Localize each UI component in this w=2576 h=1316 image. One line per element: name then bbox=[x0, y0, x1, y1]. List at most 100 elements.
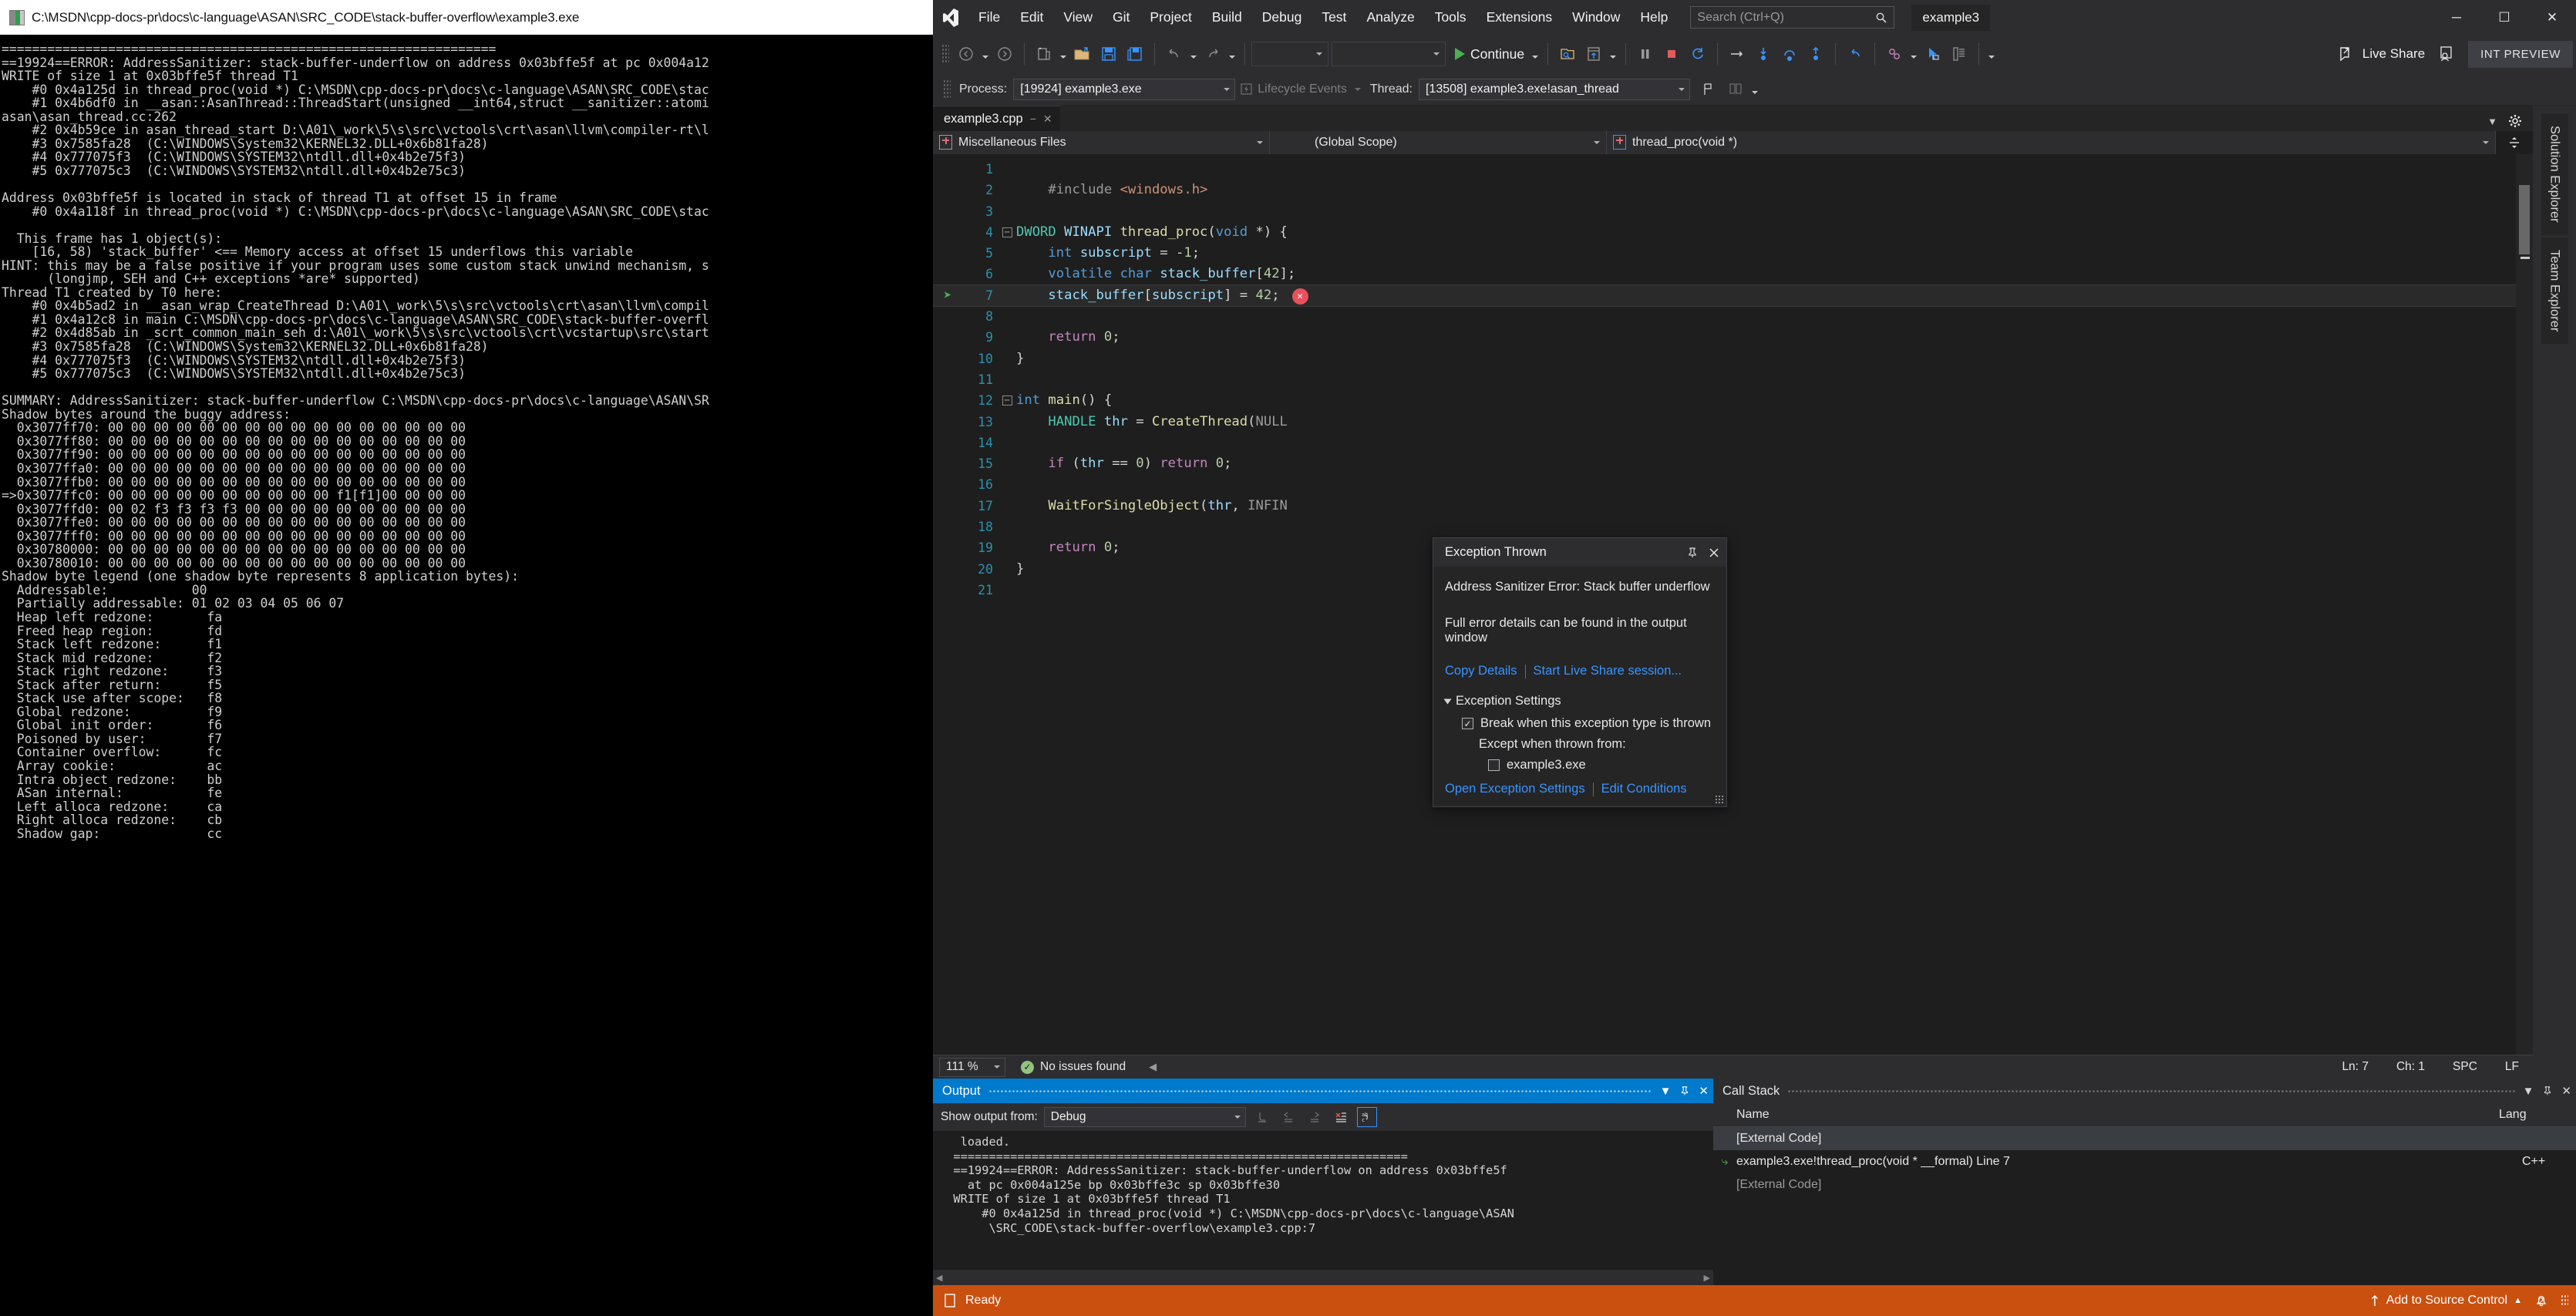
chevron-down-icon[interactable]: ▼ bbox=[2523, 1085, 2534, 1098]
scrollbar-thumb[interactable] bbox=[2519, 185, 2530, 254]
menu-item-extensions[interactable]: Extensions bbox=[1477, 5, 1563, 30]
code-line[interactable]: 4− DWORD WINAPI thread_proc(void *) { bbox=[933, 222, 2533, 243]
configuration-combo[interactable] bbox=[1251, 42, 1328, 66]
menu-item-git[interactable]: Git bbox=[1103, 5, 1140, 30]
code-line[interactable]: 8 bbox=[933, 306, 2533, 327]
call-stack-row[interactable]: [External Code] bbox=[1713, 1127, 2576, 1150]
menu-item-analyze[interactable]: Analyze bbox=[1356, 5, 1424, 30]
tab-example3-cpp[interactable]: example3.cpp − ✕ bbox=[933, 106, 1060, 131]
copy-details-link[interactable]: Copy Details bbox=[1445, 664, 1517, 678]
code-line[interactable]: 19 return 0; bbox=[933, 537, 2533, 558]
search-input[interactable] bbox=[1697, 10, 1876, 25]
close-button[interactable]: ✕ bbox=[2528, 0, 2576, 35]
code-line[interactable]: 1 bbox=[933, 159, 2533, 180]
code-line[interactable]: 20} bbox=[933, 559, 2533, 580]
code-line[interactable]: 15 if (thr == 0) return 0; bbox=[933, 453, 2533, 474]
menu-item-window[interactable]: Window bbox=[1562, 5, 1630, 30]
code-line[interactable]: 21 bbox=[933, 580, 2533, 601]
debug-toolbar-grip[interactable] bbox=[943, 79, 951, 99]
toolbar-grip[interactable] bbox=[941, 44, 949, 64]
code-line[interactable]: 18 bbox=[933, 517, 2533, 537]
split-editor-icon[interactable] bbox=[2496, 130, 2533, 154]
scroll-left-icon[interactable]: ◀ bbox=[936, 1273, 942, 1283]
pin-icon[interactable] bbox=[1686, 547, 1699, 559]
save-icon[interactable] bbox=[1096, 41, 1122, 67]
step-into-icon[interactable] bbox=[1750, 41, 1776, 67]
next-message-icon[interactable] bbox=[1305, 1107, 1325, 1127]
redo-dropdown[interactable] bbox=[1226, 41, 1238, 67]
lifecycle-events-button[interactable]: Lifecycle Events bbox=[1240, 82, 1361, 96]
code-line[interactable]: 5 int subscript = -1; bbox=[933, 243, 2533, 264]
menu-item-build[interactable]: Build bbox=[1202, 5, 1252, 30]
add-to-source-control-button[interactable]: Add to Source Control ▲ bbox=[2369, 1294, 2522, 1308]
menu-item-project[interactable]: Project bbox=[1140, 5, 1201, 30]
continue-dropdown[interactable] bbox=[1529, 41, 1541, 67]
step-out-icon[interactable] bbox=[1803, 41, 1829, 67]
navigate-backward-dropdown[interactable] bbox=[979, 41, 992, 67]
break-all-icon[interactable] bbox=[1632, 41, 1658, 67]
zoom-level-combo[interactable]: 111 % bbox=[939, 1057, 1005, 1077]
diagnostic-tools-dropdown[interactable] bbox=[1908, 41, 1920, 67]
code-line[interactable]: 2 #include <windows.h> bbox=[933, 180, 2533, 200]
minimize-button[interactable]: ─ bbox=[2433, 0, 2480, 35]
show-next-statement-icon[interactable] bbox=[1724, 41, 1750, 67]
undo-icon[interactable] bbox=[1161, 41, 1187, 67]
diagnostic-tools-icon[interactable] bbox=[1881, 41, 1908, 67]
new-project-dropdown[interactable] bbox=[1057, 41, 1069, 67]
chevron-down-icon[interactable]: ▼ bbox=[1660, 1085, 1672, 1098]
navigate-forward-icon[interactable] bbox=[992, 41, 1018, 67]
code-line[interactable]: 16 bbox=[933, 474, 2533, 495]
undo-navigation-icon[interactable] bbox=[1842, 41, 1868, 67]
account-manager-icon[interactable] bbox=[2433, 41, 2459, 67]
restart-icon[interactable] bbox=[1685, 41, 1711, 67]
menu-item-file[interactable]: File bbox=[968, 5, 1010, 30]
undo-dropdown[interactable] bbox=[1187, 41, 1200, 67]
issues-indicator[interactable]: ✓ No issues found bbox=[1021, 1060, 1126, 1074]
rail-tab-team-explorer[interactable]: Team Explorer bbox=[2541, 237, 2568, 345]
layout-list-icon[interactable] bbox=[1946, 41, 1972, 67]
code-editor[interactable]: 12 #include <windows.h> 3 4− DWORD WINAPI t… bbox=[933, 154, 2533, 1055]
go-to-message-icon[interactable] bbox=[1252, 1107, 1272, 1127]
close-icon[interactable]: ✕ bbox=[2561, 1084, 2571, 1098]
code-line[interactable]: 6 volatile char stack_buffer[42]; bbox=[933, 264, 2533, 284]
navigate-backward-icon[interactable] bbox=[953, 41, 979, 67]
open-file-icon[interactable] bbox=[1069, 41, 1096, 67]
menu-item-debug[interactable]: Debug bbox=[1252, 5, 1312, 30]
call-stack-row[interactable]: ⤷ example3.exe!thread_proc(void * __forma… bbox=[1713, 1150, 2576, 1173]
fold-toggle-icon[interactable]: − bbox=[998, 227, 1016, 238]
save-all-icon[interactable] bbox=[1122, 41, 1148, 67]
search-box[interactable] bbox=[1690, 6, 1895, 29]
error-marker-icon[interactable]: ✕ bbox=[1291, 288, 1308, 305]
module-checkbox[interactable] bbox=[1488, 759, 1500, 771]
open-exception-settings-link[interactable]: Open Exception Settings bbox=[1445, 782, 1585, 796]
toolbar-overflow[interactable] bbox=[1985, 41, 1998, 67]
code-line[interactable]: 17 WaitForSingleObject(thr, INFIN bbox=[933, 496, 2533, 517]
previous-message-icon[interactable] bbox=[1278, 1107, 1298, 1127]
code-line[interactable]: ➤ 7 stack_buffer[subscript] = 42; ✕ bbox=[933, 284, 2533, 308]
rail-tab-solution-explorer[interactable]: Solution Explorer bbox=[2541, 113, 2568, 235]
pin-icon[interactable] bbox=[1679, 1085, 1690, 1096]
exception-thrown-dialog[interactable]: Exception Thrown Address Sanitizer Error… bbox=[1433, 537, 1727, 807]
menu-item-tools[interactable]: Tools bbox=[1425, 5, 1477, 30]
debugbar-overflow[interactable] bbox=[1749, 76, 1761, 103]
panel-drag-handle[interactable] bbox=[988, 1087, 1652, 1095]
notifications-button[interactable]: 2 bbox=[2533, 1292, 2550, 1309]
stop-debugging-icon[interactable] bbox=[1658, 41, 1685, 67]
module-exclusion-row[interactable]: example3.exe bbox=[1488, 758, 1715, 772]
redo-icon[interactable] bbox=[1200, 41, 1226, 67]
continue-button[interactable]: Continue bbox=[1449, 41, 1529, 67]
scroll-right-icon[interactable]: ▶ bbox=[1704, 1273, 1710, 1283]
pin-tab-icon[interactable]: − bbox=[1030, 113, 1036, 125]
exception-settings-header[interactable]: Exception Settings bbox=[1443, 694, 1715, 708]
break-when-thrown-checkbox[interactable]: ✓ bbox=[1462, 718, 1473, 729]
output-source-combo[interactable]: Debug bbox=[1043, 1107, 1246, 1127]
resize-grip[interactable] bbox=[1715, 795, 1724, 804]
chevron-down-icon[interactable]: ▼ bbox=[2487, 116, 2497, 127]
menu-item-test[interactable]: Test bbox=[1312, 5, 1356, 30]
new-project-icon[interactable] bbox=[1031, 41, 1057, 67]
code-line[interactable]: 12− int main() { bbox=[933, 390, 2533, 411]
live-share-button[interactable]: Live Share bbox=[2330, 41, 2433, 67]
panel-drag-handle[interactable] bbox=[1787, 1087, 2515, 1095]
process-combo[interactable]: [19924] example3.exe bbox=[1013, 78, 1236, 100]
code-line[interactable]: 9 return 0; bbox=[933, 327, 2533, 348]
